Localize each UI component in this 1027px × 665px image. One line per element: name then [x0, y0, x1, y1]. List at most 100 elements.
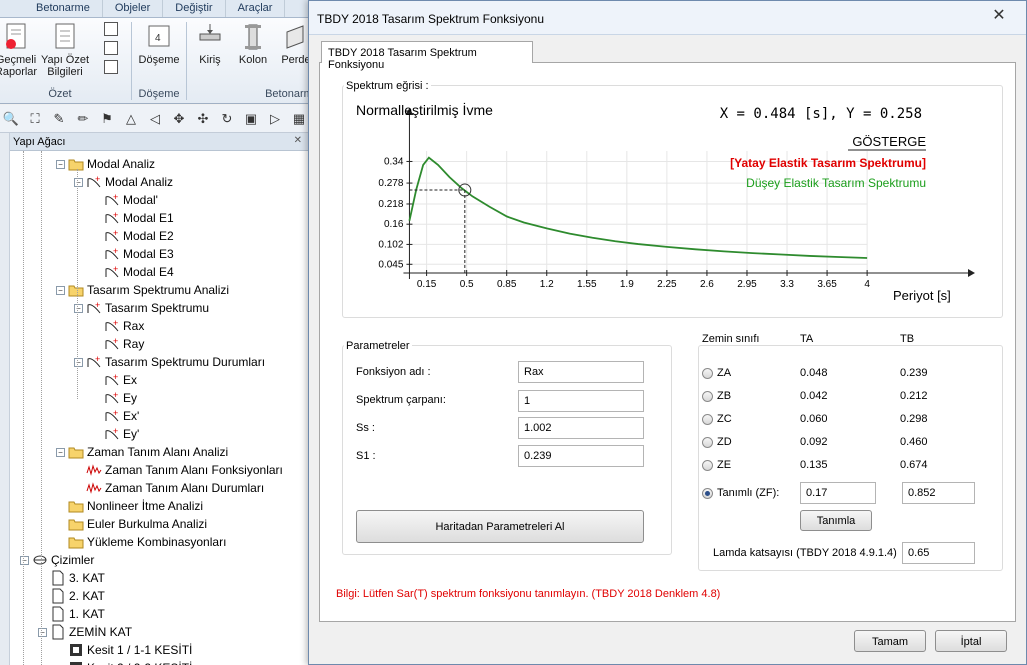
tag-icon[interactable]: ⚑ [98, 110, 116, 128]
tree-node[interactable]: Zaman Tanım Alanı Durumları [74, 479, 264, 497]
scale-icon[interactable]: ▣ [242, 110, 260, 128]
tree-node[interactable]: Kesit 2 / 2-2 KESİTİ [56, 659, 192, 665]
tab-betonarme[interactable]: Betonarme [0, 0, 103, 17]
tree-node[interactable]: + Ey' [92, 425, 139, 443]
tree-node[interactable]: + Ex' [92, 407, 139, 425]
zemin-tb: 0.460 [900, 436, 928, 448]
zemin-radio-zc[interactable] [702, 414, 713, 425]
tree-node[interactable]: − Tasarım Spektrumu Analizi [56, 281, 229, 299]
s1-field[interactable]: 0.239 [518, 445, 644, 467]
shear-wall-icon [281, 22, 311, 52]
drawing-toolbar: 🔍 ⛶ ✎ ✏ ⚑ △ ◁ ✥ ✣ ↻ ▣ ▷ ▦ [0, 105, 310, 133]
zemin-tb: 0.212 [900, 390, 928, 402]
kolon-button[interactable]: Kolon [232, 22, 274, 66]
tree-node[interactable]: + Rax [92, 317, 144, 335]
pin-icon[interactable]: ✕ [294, 135, 302, 146]
tree-node[interactable]: − ZEMİN KAT [38, 623, 132, 641]
lamda-field[interactable]: 0.65 [902, 542, 975, 564]
zemin-radio-zb[interactable] [702, 391, 713, 402]
zemin-radio-ze[interactable] [702, 460, 713, 471]
custom-zf-radio[interactable] [702, 488, 713, 499]
collapse-icon[interactable]: − [74, 303, 83, 313]
tree-node[interactable]: 2. KAT [38, 587, 105, 605]
tree-node[interactable]: + Modal' [92, 191, 158, 209]
cancel-button[interactable]: İptal [935, 630, 1007, 652]
tree-node[interactable]: − + Modal Analiz [74, 173, 173, 191]
list-doc-icon[interactable] [104, 41, 118, 55]
zemin-radio-za[interactable] [702, 368, 713, 379]
move-icon[interactable]: ✥ [170, 110, 188, 128]
eyedropper-icon[interactable]: ✏ [74, 110, 92, 128]
tree-node[interactable]: − Zaman Tanım Alanı Analizi [56, 443, 228, 461]
tab-objeler[interactable]: Objeler [103, 0, 164, 17]
yapi-ozet-button[interactable]: Yapı Özet Bilgileri [40, 22, 90, 78]
collapse-icon[interactable]: − [56, 447, 65, 457]
zemin-ta: 0.060 [800, 413, 828, 425]
tree-node[interactable]: + Ex [92, 371, 137, 389]
tree-node-label: Kesit 2 / 2-2 KESİTİ [87, 661, 192, 665]
zemin-name: ZD [717, 436, 732, 448]
ok-button[interactable]: Tamam [854, 630, 926, 652]
pick-icon[interactable]: ✎ [50, 110, 68, 128]
carpan-field[interactable]: 1 [518, 390, 644, 412]
tree-node[interactable]: − Modal Analiz [56, 155, 155, 173]
copy-move-icon[interactable]: ✣ [194, 110, 212, 128]
x-tick-label: 2.6 [700, 279, 714, 290]
collapse-icon[interactable]: − [38, 627, 47, 637]
tree-node-label: Çizimler [51, 553, 95, 567]
rotate-icon[interactable]: ↻ [218, 110, 236, 128]
tree-node[interactable]: − + Tasarım Spektrumu [74, 299, 209, 317]
spectrum-chart[interactable]: 0.15 0.5 0.85 1.2 1.55 1.9 2.25 2.6 2.95 3.3 3.65 4… [320, 63, 1017, 323]
tree-node[interactable]: − + Tasarım Spektrumu Durumları [74, 353, 265, 371]
zemin-name: ZA [717, 367, 732, 379]
tree-node[interactable]: + Modal E2 [92, 227, 174, 245]
tree-node[interactable]: 3. KAT [38, 569, 105, 587]
zoom-icon[interactable]: 🔍 [2, 110, 20, 128]
mirror-icon[interactable]: ▷ [266, 110, 284, 128]
eraser-icon[interactable]: ◁ [146, 110, 164, 128]
tree-node[interactable]: Yükleme Kombinasyonları [56, 533, 226, 551]
tree-node[interactable]: + Modal E4 [92, 263, 174, 281]
fonksiyon-field[interactable]: Rax [518, 361, 644, 383]
spectrum-dialog: TBDY 2018 Tasarım Spektrum Fonksiyonu ✕ … [308, 0, 1027, 665]
gecmeli-raporlar-button[interactable]: Geçmeli Raporlar [0, 22, 38, 78]
collapse-icon[interactable]: − [56, 285, 65, 295]
haritadan-parametre-button[interactable]: Haritadan Parametreleri Al [356, 510, 644, 543]
tab-spectrum-function[interactable]: TBDY 2018 Tasarım Spektrum Fonksiyonu [321, 41, 533, 71]
tree-node[interactable]: Kesit 1 / 1-1 KESİTİ [56, 641, 192, 659]
tree-node[interactable]: + Ray [92, 335, 144, 353]
tree-node[interactable]: − Çizimler [20, 551, 94, 569]
ss-field[interactable]: 1.002 [518, 417, 644, 439]
collapse-icon[interactable]: − [74, 177, 83, 187]
list-doc-icon[interactable] [104, 60, 118, 74]
tree-node-label: ZEMİN KAT [69, 625, 133, 639]
ss-label: Ss : [356, 422, 375, 434]
tab-degistir[interactable]: Değiştir [163, 0, 226, 17]
tree-node[interactable]: + Ey [92, 389, 137, 407]
tree-node[interactable]: + Modal E1 [92, 209, 174, 227]
tree-node[interactable]: Euler Burkulma Analizi [56, 515, 207, 533]
tree-node[interactable]: 1. KAT [38, 605, 105, 623]
tanimla-button[interactable]: Tanımla [800, 510, 872, 531]
triangle-icon[interactable]: △ [122, 110, 140, 128]
collapse-icon[interactable]: − [74, 357, 83, 367]
trim-icon[interactable]: ▦ [290, 110, 308, 128]
zemin-radio-zd[interactable] [702, 437, 713, 448]
custom-tb-field[interactable]: 0.852 [902, 482, 975, 504]
kiris-button[interactable]: Kiriş [190, 22, 230, 66]
close-icon[interactable]: ✕ [982, 5, 1016, 27]
tree-node[interactable]: Nonlineer İtme Analizi [56, 497, 203, 515]
tab-araclar[interactable]: Araçlar [226, 0, 286, 17]
list-doc-icon[interactable] [104, 22, 118, 36]
collapse-icon[interactable]: − [56, 159, 65, 169]
svg-text:+: + [95, 175, 100, 184]
tree-node[interactable]: Zaman Tanım Alanı Fonksiyonları [74, 461, 283, 479]
doseme-button[interactable]: 4 Döşeme [136, 22, 182, 66]
zoom-window-icon[interactable]: ⛶ [26, 110, 44, 128]
collapse-icon[interactable]: − [20, 555, 29, 565]
beam-icon [195, 22, 225, 52]
kiris-label: Kiriş [199, 54, 221, 66]
svg-text:+: + [113, 247, 118, 256]
tree-node[interactable]: + Modal E3 [92, 245, 174, 263]
custom-ta-field[interactable]: 0.17 [800, 482, 876, 504]
